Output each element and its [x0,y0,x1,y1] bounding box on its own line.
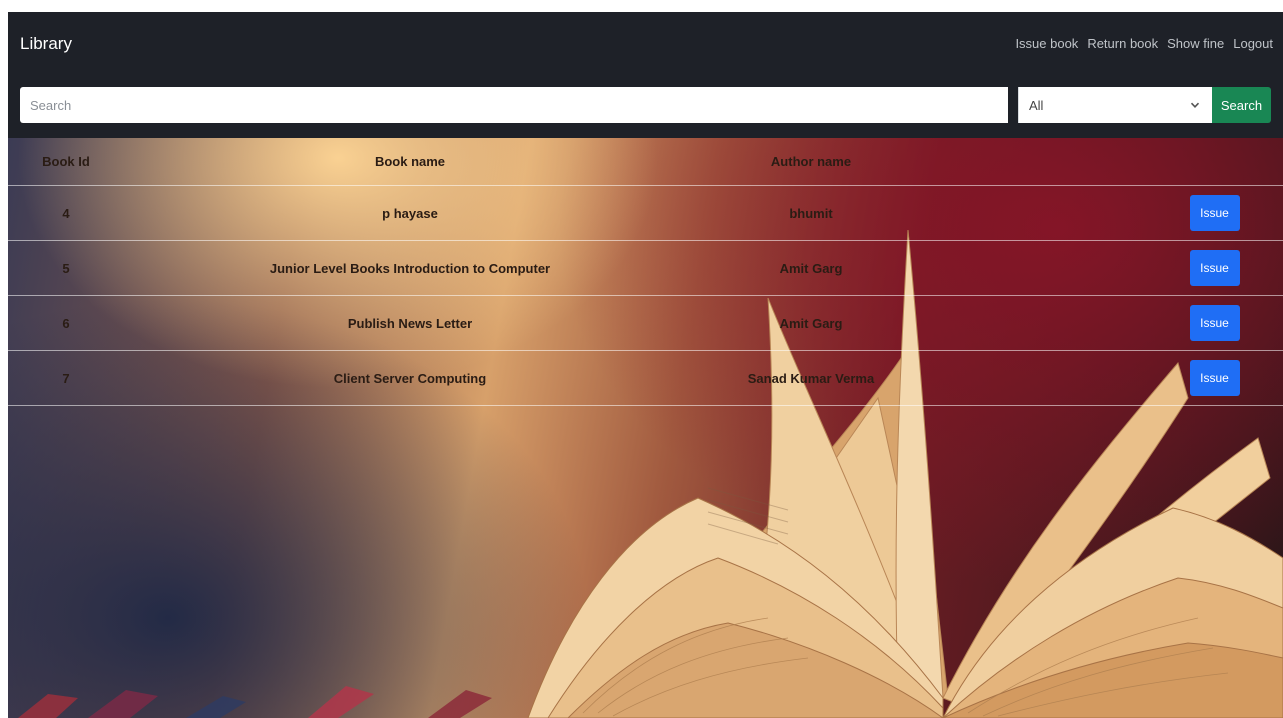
table-row: 5 Junior Level Books Introduction to Com… [8,240,1283,296]
nav-links: Issue book Return book Show fine Logout [1015,36,1273,51]
cell-column-4 [926,295,1146,351]
nav-issue-book-link[interactable]: Issue book [1015,36,1078,51]
issue-button[interactable]: Issue [1189,305,1240,341]
table-row: 6 Publish News Letter Amit Garg Issue [8,295,1283,351]
table-row: 7 Client Server Computing Sanad Kumar Ve… [8,350,1283,406]
search-button[interactable]: Search [1212,87,1271,123]
search-input[interactable] [20,87,1008,123]
cell-column-4 [926,350,1146,406]
header-author-name: Author name [696,138,926,186]
cell-book-name: p hayase [124,185,696,241]
header-book-name: Book name [124,138,696,186]
cell-book-id: 4 [8,185,124,241]
cell-book-id: 7 [8,350,124,406]
nav-show-fine-link[interactable]: Show fine [1167,36,1224,51]
cell-column-4 [926,240,1146,296]
issue-button[interactable]: Issue [1189,195,1240,231]
cell-author-name: Sanad Kumar Verma [696,350,926,406]
cell-action: Issue [1146,295,1283,351]
nav-return-book-link[interactable]: Return book [1087,36,1158,51]
issue-button[interactable]: Issue [1189,250,1240,286]
books-table: Book Id Book name Author name 4 p hayase… [8,138,1283,406]
app-window: Library Issue book Return book Show fine… [8,12,1283,718]
category-select-value: All [1029,97,1044,113]
cell-action: Issue [1146,350,1283,406]
cell-author-name: Amit Garg [696,240,926,296]
cell-book-id: 6 [8,295,124,351]
hero-background: Book Id Book name Author name 4 p hayase… [8,138,1283,718]
cell-author-name: Amit Garg [696,295,926,351]
cell-action: Issue [1146,240,1283,296]
table-row: 4 p hayase bhumit Issue [8,185,1283,241]
cell-column-4 [926,185,1146,241]
cell-action: Issue [1146,185,1283,241]
cell-book-id: 5 [8,240,124,296]
cell-book-name: Junior Level Books Introduction to Compu… [124,240,696,296]
category-select[interactable]: All [1018,87,1212,123]
header-column-5 [1146,138,1283,186]
issue-button[interactable]: Issue [1189,360,1240,396]
nav-logout-link[interactable]: Logout [1233,36,1273,51]
header-book-id: Book Id [8,138,124,186]
table-header-row: Book Id Book name Author name [8,138,1283,186]
chevron-down-icon [1190,102,1200,108]
cell-book-name: Publish News Letter [124,295,696,351]
header-column-4 [926,138,1146,186]
cell-author-name: bhumit [696,185,926,241]
navbar: Library Issue book Return book Show fine… [8,12,1283,138]
cell-book-name: Client Server Computing [124,350,696,406]
brand-logo[interactable]: Library [20,34,72,54]
